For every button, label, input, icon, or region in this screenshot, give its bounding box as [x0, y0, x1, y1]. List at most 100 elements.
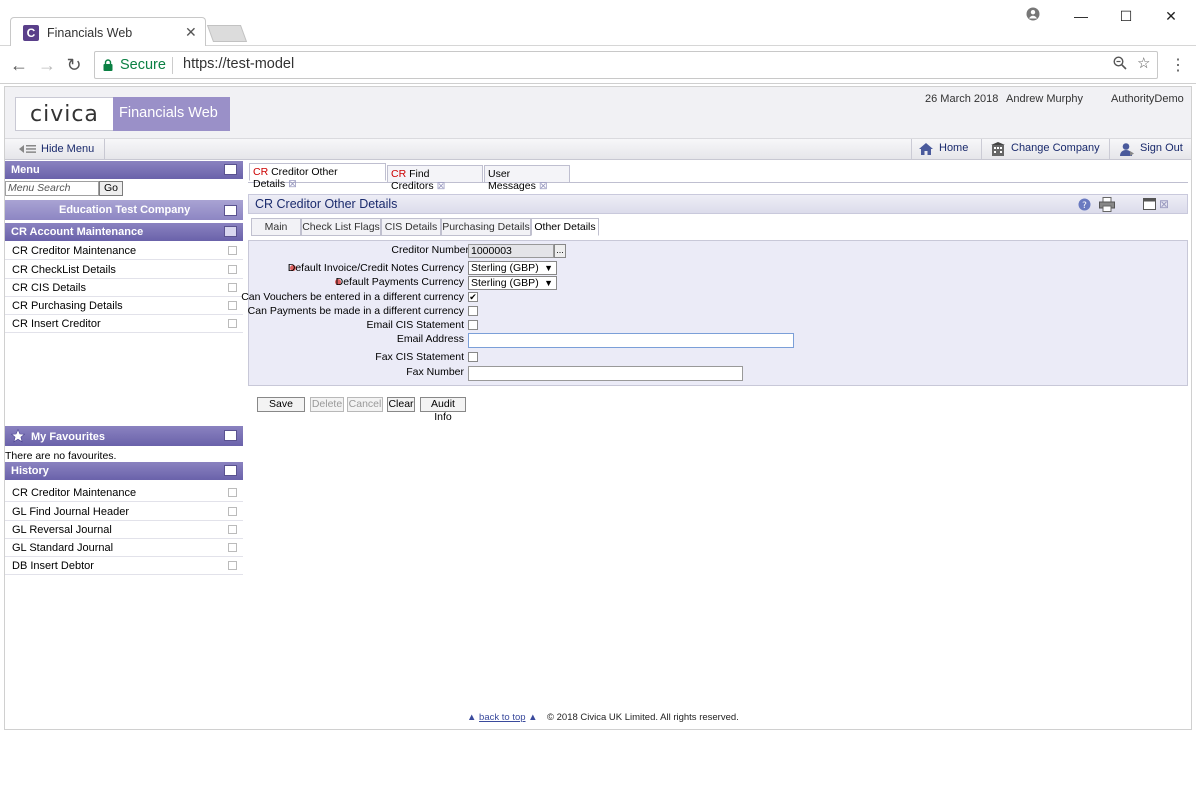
tab-user-messages[interactable]: User Messages ⊠	[484, 165, 570, 192]
close-tab-icon[interactable]: ⊠	[539, 180, 548, 192]
address-bar[interactable]: Secure https://test-model ☆	[94, 51, 1158, 79]
sidebar-item-purchasing-details[interactable]: CR Purchasing Details	[5, 297, 243, 315]
fax-cis-checkbox[interactable]	[468, 352, 478, 362]
clear-button[interactable]: Clear	[387, 397, 415, 412]
email-address-input[interactable]	[468, 333, 794, 348]
panel-restore-icon[interactable]	[1143, 198, 1156, 210]
zoom-icon[interactable]	[1113, 56, 1127, 74]
creditor-lookup-button[interactable]: ...	[554, 244, 566, 258]
app-window: civica Financials Web 26 March 2018 Andr…	[4, 86, 1192, 730]
history-item-label: CR Creditor Maintenance	[12, 487, 137, 499]
sidebar-item-label: CR Purchasing Details	[12, 300, 123, 312]
nav-separator	[981, 139, 982, 159]
back-arrow-icon[interactable]: ←	[8, 54, 30, 76]
browser-tab[interactable]: C Financials Web ✕	[10, 17, 206, 47]
history-header: History	[5, 462, 243, 480]
favourites-title: My Favourites	[31, 431, 105, 443]
tab-creditor-other-details[interactable]: CR Creditor Other Details ⊠	[249, 163, 386, 190]
back-to-top-link[interactable]: ▲ back to top ▲	[467, 712, 538, 723]
sidebar-item-cis-details[interactable]: CR CIS Details	[5, 279, 243, 297]
print-icon[interactable]	[1099, 197, 1115, 212]
new-tab-button[interactable]	[206, 25, 248, 42]
history-item[interactable]: CR Creditor Maintenance	[5, 484, 243, 502]
window-close-icon[interactable]: ✕	[1148, 6, 1194, 26]
tab-find-creditors[interactable]: CR Find Creditors ⊠	[387, 165, 483, 192]
history-item[interactable]: GL Standard Journal	[5, 539, 243, 557]
payments-currency-checkbox[interactable]	[468, 306, 478, 316]
sign-out-link[interactable]: Sign Out	[1140, 142, 1183, 154]
creditor-number-field[interactable]: 1000003	[468, 244, 554, 258]
subtab-cis-details[interactable]: CIS Details	[381, 218, 441, 236]
sign-out-user-icon[interactable]	[1120, 142, 1134, 156]
close-tab-icon[interactable]: ⊠	[437, 180, 446, 192]
sidebar-item-label: CR CIS Details	[12, 282, 86, 294]
section-pin-icon[interactable]	[224, 226, 237, 237]
profile-icon[interactable]	[1010, 6, 1056, 26]
invoice-currency-value: Sterling (GBP)	[471, 262, 539, 274]
company-toggle-icon[interactable]	[224, 205, 237, 216]
bookmark-star-icon[interactable]: ☆	[1137, 54, 1150, 72]
browser-menu-icon[interactable]: ⋮	[1170, 55, 1186, 75]
dropdown-arrow-icon: ▼	[544, 278, 553, 288]
section-title: CR Account Maintenance	[11, 226, 144, 238]
hide-menu-button[interactable]: Hide Menu	[5, 139, 105, 159]
sidebar-item-creditor-maintenance[interactable]: CR Creditor Maintenance	[5, 242, 243, 260]
url-text[interactable]: https://test-model	[183, 56, 294, 72]
open-external-icon[interactable]	[228, 488, 237, 497]
open-external-icon[interactable]	[228, 561, 237, 570]
history-item[interactable]: GL Find Journal Header	[5, 503, 243, 521]
panel-close-icon[interactable]: ⊠	[1159, 197, 1169, 211]
civica-logo: civica	[15, 97, 115, 131]
history-item[interactable]: GL Reversal Journal	[5, 521, 243, 539]
lock-icon	[103, 59, 113, 71]
history-toggle-icon[interactable]	[224, 465, 237, 476]
invoice-currency-select[interactable]: Sterling (GBP) ▼	[468, 261, 557, 275]
tab-prefix: CR	[253, 166, 269, 178]
company-building-icon[interactable]	[991, 142, 1005, 156]
subtab-purchasing-details[interactable]: Purchasing Details	[441, 218, 531, 236]
top-menu-bar: Hide Menu Home Change Company Sign Out	[5, 139, 1191, 160]
open-external-icon[interactable]	[228, 507, 237, 516]
delete-button[interactable]: Delete	[310, 397, 344, 412]
subtab-check-list-flags[interactable]: Check List Flags	[301, 218, 381, 236]
subtab-other-details[interactable]: Other Details	[531, 218, 599, 236]
civica-favicon-icon: C	[23, 25, 39, 41]
open-external-icon[interactable]	[228, 525, 237, 534]
open-external-icon[interactable]	[228, 543, 237, 552]
minimize-icon[interactable]: —	[1058, 6, 1104, 26]
maximize-icon[interactable]: ☐	[1103, 6, 1149, 26]
favourites-toggle-icon[interactable]	[224, 430, 237, 441]
email-cis-checkbox[interactable]	[468, 320, 478, 330]
close-tab-icon[interactable]: ✕	[185, 24, 197, 41]
panel-toggle-icon[interactable]	[224, 164, 237, 175]
reload-icon[interactable]: ↻	[63, 54, 85, 76]
hide-menu-icon	[19, 145, 36, 153]
vouchers-currency-label: Can Vouchers be entered in a different c…	[241, 291, 464, 303]
app-header: civica Financials Web 26 March 2018 Andr…	[5, 87, 1191, 139]
help-icon[interactable]: ?	[1078, 198, 1091, 211]
sidebar-item-label: CR CheckList Details	[12, 264, 116, 276]
forward-arrow-icon[interactable]: →	[36, 54, 58, 76]
home-link[interactable]: Home	[939, 142, 968, 154]
sidebar-item-label: CR Creditor Maintenance	[12, 245, 137, 257]
sidebar-item-checklist-details[interactable]: CR CheckList Details	[5, 261, 243, 279]
history-item-label: GL Standard Journal	[12, 542, 114, 554]
subtab-main[interactable]: Main	[251, 218, 301, 236]
vouchers-currency-checkbox[interactable]: ✔	[468, 292, 478, 302]
company-bar: Education Test Company	[5, 200, 243, 220]
close-tab-icon[interactable]: ⊠	[288, 178, 297, 190]
payment-currency-select[interactable]: Sterling (GBP) ▼	[468, 276, 557, 290]
save-button[interactable]: Save	[257, 397, 305, 412]
menu-search-go-button[interactable]: Go	[99, 181, 123, 196]
change-company-link[interactable]: Change Company	[1011, 142, 1100, 154]
sidebar-item-insert-creditor[interactable]: CR Insert Creditor	[5, 315, 243, 333]
url-separator	[172, 57, 173, 74]
fax-number-input[interactable]	[468, 366, 743, 381]
audit-info-button[interactable]: Audit Info	[420, 397, 466, 423]
menu-search-input[interactable]: Menu Search	[5, 181, 99, 196]
fax-cis-label: Fax CIS Statement	[375, 351, 464, 363]
history-item[interactable]: DB Insert Debtor	[5, 557, 243, 575]
home-icon[interactable]	[919, 143, 933, 155]
cancel-button[interactable]: Cancel	[347, 397, 383, 412]
no-favourites-text: There are no favourites.	[5, 450, 117, 462]
